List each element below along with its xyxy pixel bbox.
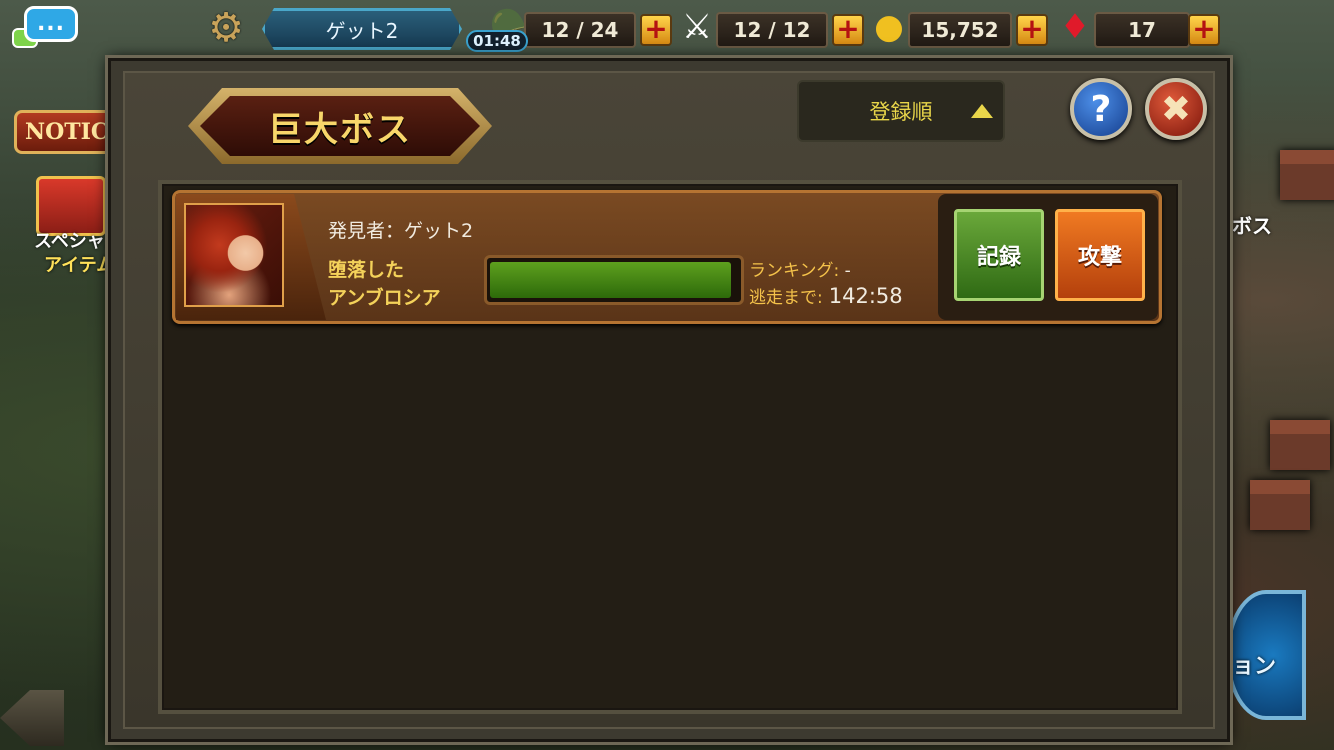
battle-points-plus-button[interactable]: +	[832, 14, 864, 46]
gold-counter: 15,752	[908, 12, 1012, 48]
right-wheel-label: ョン	[1232, 654, 1277, 679]
boss-name-line2: アンブロシア	[328, 287, 441, 309]
stamina-counter: 12 / 24	[524, 12, 636, 48]
boss-name: 堕落した アンブロシア	[328, 256, 478, 312]
chat-button[interactable]: ...	[6, 2, 78, 54]
boss-discoverer: 発見者：ゲット2	[328, 220, 474, 242]
top-hud: ... ⚙ ゲット2 🪖 12 / 24 01:48 + ⚔ 12 / 12 +…	[0, 0, 1334, 58]
panel-title: 巨大ボス	[200, 96, 480, 156]
record-button[interactable]: 記録	[954, 209, 1044, 301]
boss-escape-timer: 逃走まで: 142:58	[749, 283, 903, 308]
red-gem-icon: ♦	[1059, 7, 1091, 47]
panel-title-text: 巨大ボス	[268, 109, 412, 150]
map-house	[1280, 150, 1334, 200]
gem-value: 17	[1128, 18, 1156, 42]
player-name: ゲット2	[325, 18, 399, 43]
gold-coin-icon: ●	[874, 7, 904, 47]
stamina-plus-button[interactable]: +	[640, 14, 672, 46]
map-house	[1250, 480, 1310, 530]
record-label: 記録	[976, 245, 1021, 270]
gem-counter: 17	[1094, 12, 1190, 48]
ranking-value: -	[844, 261, 851, 281]
battle-points-value: 12 / 12	[733, 18, 811, 42]
boss-name-line1: 堕落した	[328, 259, 405, 281]
triangle-up-icon	[971, 104, 993, 118]
stamina-timer: 01:48	[466, 30, 528, 52]
close-icon: ✖	[1160, 88, 1192, 130]
boss-ranking: ランキング: -	[749, 256, 851, 281]
attack-label: 攻撃	[1077, 245, 1122, 270]
sort-label: 登録順	[869, 100, 933, 124]
attack-button[interactable]: 攻撃	[1055, 209, 1145, 301]
question-icon: ?	[1090, 88, 1112, 130]
help-button[interactable]: ?	[1070, 78, 1132, 140]
escape-label: 逃走まで:	[749, 288, 823, 308]
boss-hp-bar-fill	[490, 262, 731, 298]
map-house	[1270, 420, 1330, 470]
sort-order-button[interactable]: 登録順	[797, 80, 1005, 142]
gold-plus-button[interactable]: +	[1016, 14, 1048, 46]
notice-label: NOTIC	[25, 119, 109, 145]
battle-points-counter: 12 / 12	[716, 12, 828, 48]
ranking-label: ランキング:	[749, 261, 840, 281]
crossed-swords-icon: ⚔	[681, 7, 713, 47]
close-button[interactable]: ✖	[1145, 78, 1207, 140]
gift-box-icon[interactable]	[36, 176, 106, 236]
chat-bubble-icon: ...	[24, 6, 78, 42]
gem-plus-button[interactable]: +	[1188, 14, 1220, 46]
gear-icon[interactable]: ⚙	[205, 8, 247, 48]
boss-portrait	[184, 203, 284, 307]
gold-value: 15,752	[921, 18, 999, 42]
escape-time: 142:58	[828, 284, 903, 308]
right-boss-label: ボス	[1232, 214, 1272, 238]
stamina-value: 12 / 24	[541, 18, 619, 42]
player-name-plate: ゲット2	[262, 8, 462, 50]
